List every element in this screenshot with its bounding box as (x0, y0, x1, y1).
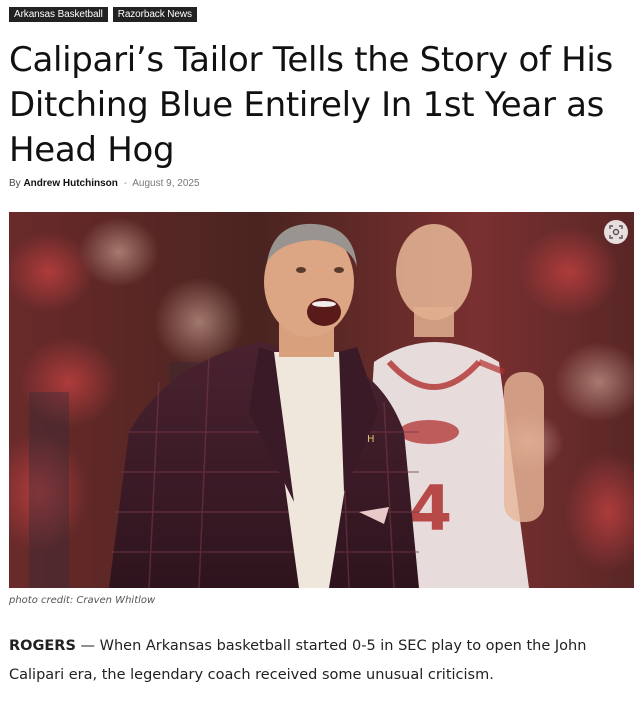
coach-photo-illustration: 4 H (9, 212, 634, 588)
publish-date: August 9, 2025 (132, 178, 200, 189)
article-headline: Calipari’s Tailor Tells the Story of His… (9, 40, 613, 170)
visual-search-icon[interactable] (604, 220, 628, 244)
article-paragraph-text: — When Arkansas basketball started 0-5 i… (9, 638, 587, 683)
article-body: ROGERS — When Arkansas basketball starte… (9, 632, 634, 690)
byline-prefix: By (9, 178, 21, 189)
byline-separator: - (123, 178, 128, 189)
svg-text:H: H (367, 434, 375, 445)
article-photo[interactable]: 4 H (9, 212, 634, 588)
tag-razorback-news[interactable]: Razorback News (112, 7, 197, 22)
byline: By Andrew Hutchinson - August 9, 2025 (9, 178, 200, 189)
photo-caption: photo credit: Craven Whitlow (9, 595, 156, 606)
author-link[interactable]: Andrew Hutchinson (23, 178, 117, 189)
dateline: ROGERS (9, 638, 76, 654)
jersey-number: 4 (409, 472, 452, 545)
tag-arkansas-basketball[interactable]: Arkansas Basketball (9, 7, 108, 22)
category-tags: Arkansas Basketball Razorback News (9, 7, 197, 22)
